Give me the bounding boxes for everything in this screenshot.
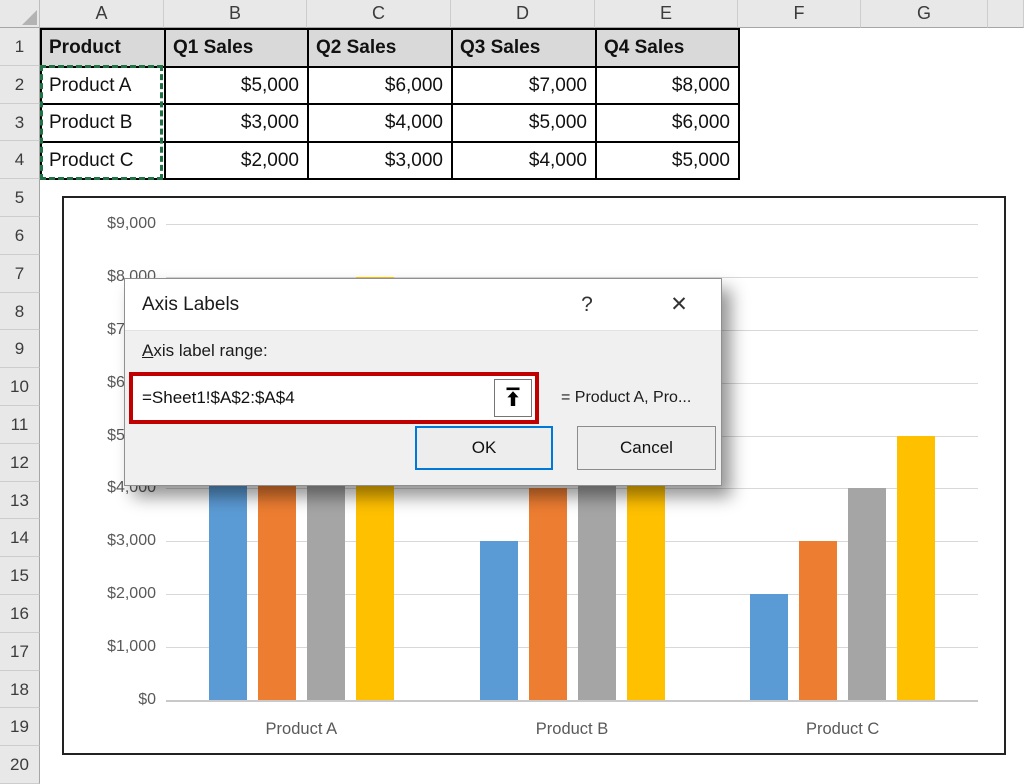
dialog-title: Axis Labels: [142, 294, 240, 315]
table-cell[interactable]: $5,000: [453, 105, 597, 143]
excel-worksheet: ABCDEFG 1 2 3 4 5 6 7 8 9 10 11 12 13 14 15 16 17 18 19 20 …: [0, 0, 1024, 784]
row-header-18[interactable]: 18: [0, 670, 40, 709]
select-all-triangle-icon: [22, 10, 37, 25]
row-header-6[interactable]: 6: [0, 217, 40, 255]
table-cell[interactable]: $7,000: [453, 67, 597, 105]
column-header-C[interactable]: C: [307, 0, 451, 28]
help-icon[interactable]: ?: [572, 279, 602, 331]
bar-q2-sales-product-c[interactable]: [799, 541, 838, 700]
row-header-12[interactable]: 12: [0, 443, 40, 482]
table-cell[interactable]: $6,000: [597, 105, 740, 143]
bar-q3-sales-product-c[interactable]: [848, 488, 887, 700]
range-preview-text: = Product A, Pro...: [561, 389, 692, 406]
row-header-15[interactable]: 15: [0, 557, 40, 595]
table-cell[interactable]: $8,000: [597, 67, 740, 105]
row-header-19[interactable]: 19: [0, 708, 40, 747]
row-header-17[interactable]: 17: [0, 632, 40, 671]
gridline: [166, 223, 978, 225]
row-header-7[interactable]: 7: [0, 254, 40, 293]
row-header-10[interactable]: 10: [0, 368, 40, 406]
axis-labels-dialog: Axis Labels ? ✕ Axis label range: = Prod…: [124, 278, 722, 486]
y-axis-tick-label: $3,000: [107, 532, 156, 550]
select-all-button[interactable]: [0, 0, 40, 28]
row-header-8[interactable]: 8: [0, 292, 40, 331]
x-axis-category-label: Product A: [265, 720, 338, 738]
x-axis-category-label: Product B: [535, 720, 609, 738]
bar-q1-sales-product-c[interactable]: [750, 594, 789, 700]
row-header-16[interactable]: 16: [0, 595, 40, 633]
row-header-5[interactable]: 5: [0, 179, 40, 217]
ok-button[interactable]: OK: [415, 426, 553, 470]
table-cell[interactable]: $6,000: [309, 67, 453, 105]
column-header-E[interactable]: E: [595, 0, 738, 28]
bar-q2-sales-product-b[interactable]: [528, 488, 567, 700]
collapse-dialog-button[interactable]: [494, 379, 532, 417]
row-header-20[interactable]: 20: [0, 746, 40, 784]
x-axis-category-label: Product C: [805, 720, 880, 738]
y-axis-tick-label: $0: [138, 691, 156, 708]
cancel-button[interactable]: Cancel: [577, 426, 716, 470]
table-header-cell[interactable]: Q2 Sales: [309, 30, 453, 68]
row-header-11[interactable]: 11: [0, 406, 40, 444]
column-header-A[interactable]: A: [40, 0, 164, 28]
table-header-cell[interactable]: Q4 Sales: [597, 30, 740, 68]
table-cell[interactable]: $4,000: [453, 142, 597, 180]
row-header-3[interactable]: 3: [0, 103, 40, 142]
bar-q4-sales-product-c[interactable]: [897, 435, 936, 700]
table-cell[interactable]: $4,000: [309, 105, 453, 143]
table-cell[interactable]: $3,000: [166, 105, 309, 143]
axis-label-range-label: Axis label range:: [142, 341, 268, 360]
table-cell[interactable]: $5,000: [597, 142, 740, 180]
column-header-partial[interactable]: [988, 0, 1024, 28]
red-highlight-annotation: [129, 372, 539, 424]
column-header-B[interactable]: B: [164, 0, 307, 28]
collapse-arrow-icon: [503, 386, 523, 411]
dialog-title-bar: Axis Labels ? ✕: [125, 279, 721, 331]
row-header-14[interactable]: 14: [0, 519, 40, 558]
column-header-G[interactable]: G: [861, 0, 988, 28]
x-axis-line: [166, 700, 978, 702]
y-axis-tick-label: $1,000: [107, 638, 156, 656]
sales-data-table: Product Q1 Sales Q2 Sales Q3 Sales Q4 Sales P…: [40, 28, 740, 180]
table-cell[interactable]: $2,000: [166, 142, 309, 180]
y-axis-tick-label: $9,000: [107, 214, 156, 232]
row-header-1[interactable]: 1: [0, 28, 40, 66]
table-cell[interactable]: Product B: [42, 105, 166, 143]
column-header-F[interactable]: F: [738, 0, 861, 28]
close-icon[interactable]: ✕: [664, 279, 694, 331]
bar-q1-sales-product-b[interactable]: [479, 541, 518, 700]
table-cell[interactable]: $5,000: [166, 67, 309, 105]
row-header-13[interactable]: 13: [0, 481, 40, 520]
table-cell[interactable]: $3,000: [309, 142, 453, 180]
table-cell[interactable]: Product C: [42, 142, 166, 180]
y-axis-tick-label: $2,000: [107, 585, 156, 603]
table-header-cell[interactable]: Product: [42, 30, 166, 68]
column-header-D[interactable]: D: [451, 0, 595, 28]
axis-label-range-input[interactable]: [133, 376, 535, 420]
table-header-cell[interactable]: Q1 Sales: [166, 30, 309, 68]
row-header-4[interactable]: 4: [0, 141, 40, 180]
table-cell[interactable]: Product A: [42, 67, 166, 105]
row-header-2[interactable]: 2: [0, 65, 40, 104]
table-header-cell[interactable]: Q3 Sales: [453, 30, 597, 68]
row-header-9[interactable]: 9: [0, 330, 40, 369]
